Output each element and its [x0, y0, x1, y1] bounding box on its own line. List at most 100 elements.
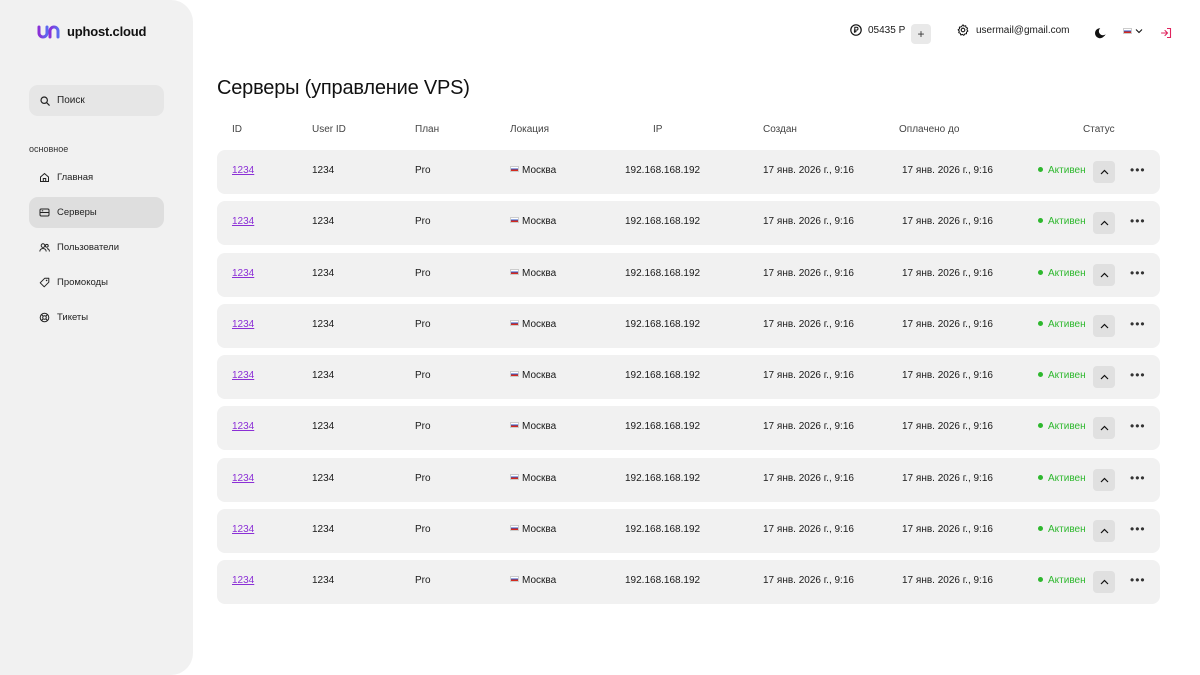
column-header-user-id: User ID [312, 124, 346, 135]
add-funds-button[interactable]: + [911, 24, 931, 44]
location-cell: Москва [510, 575, 556, 586]
paid-until-cell: 17 янв. 2026 г., 9:16 [902, 575, 993, 587]
ip-cell: 192.168.168.192 [625, 524, 701, 536]
more-options-button[interactable]: ••• [1130, 369, 1146, 381]
collapse-row-button[interactable] [1093, 571, 1115, 594]
location-label: Москва [522, 318, 557, 330]
logout-button[interactable] [1160, 26, 1172, 44]
location-cell: Москва [510, 165, 556, 176]
more-options-button[interactable]: ••• [1130, 318, 1146, 330]
page-title: Серверы (управление VPS) [217, 77, 470, 99]
sidebar-item-servers[interactable]: Серверы [29, 197, 164, 228]
plan-cell: Pro [415, 216, 431, 228]
column-header-paid-until: Оплачено до [899, 124, 960, 135]
server-id-link[interactable]: 1234 [232, 165, 254, 176]
column-header-status: Статус [1083, 124, 1115, 135]
server-id-link[interactable]: 1234 [232, 473, 254, 484]
ip-cell: 192.168.168.192 [625, 575, 701, 587]
collapse-row-button[interactable] [1093, 212, 1115, 235]
paid-until-cell: 17 янв. 2026 г., 9:16 [902, 421, 993, 433]
server-id-link[interactable]: 1234 [232, 421, 254, 432]
server-id-link[interactable]: 1234 [232, 575, 254, 586]
collapse-row-button[interactable] [1093, 366, 1115, 389]
russia-flag-icon [510, 371, 519, 378]
balance: 05435 Р [850, 24, 905, 36]
collapse-row-button[interactable] [1093, 263, 1115, 286]
collapse-row-button[interactable] [1093, 468, 1115, 491]
server-id-link[interactable]: 1234 [232, 319, 254, 330]
created-cell: 17 янв. 2026 г., 9:16 [763, 267, 854, 279]
search-label: Поиск [57, 95, 85, 106]
user-id-cell: 1234 [312, 165, 335, 176]
more-options-button[interactable]: ••• [1130, 472, 1146, 484]
collapse-row-button[interactable] [1093, 520, 1115, 543]
plan-cell: Pro [415, 267, 431, 279]
server-id-link[interactable]: 1234 [232, 370, 254, 381]
table-row: 1234 1234 Pro Москва 192.168.168.192 17 … [217, 303, 1160, 348]
chevron-up-icon [1100, 220, 1108, 226]
theme-toggle[interactable] [1095, 26, 1107, 44]
search-button[interactable]: Поиск [29, 85, 164, 116]
server-icon [39, 208, 50, 217]
sidebar-item-users[interactable]: Пользователи [29, 232, 164, 263]
home-icon [40, 172, 49, 182]
sidebar-item-home[interactable]: Главная [29, 162, 164, 193]
status-label: Активен [1048, 165, 1086, 176]
russia-flag-icon [1123, 28, 1132, 34]
collapse-row-button[interactable] [1093, 161, 1115, 183]
user-id-cell: 1234 [312, 216, 335, 228]
russia-flag-icon [510, 525, 519, 532]
more-options-button[interactable]: ••• [1130, 574, 1146, 586]
chevron-up-icon [1100, 323, 1108, 329]
sidebar-item-promocodes[interactable]: Промокоды [29, 267, 164, 298]
server-id-link[interactable]: 1234 [232, 216, 254, 227]
column-header-location: Локация [510, 124, 550, 135]
search-icon [40, 95, 50, 106]
location-label: Москва [522, 165, 557, 176]
user-id-cell: 1234 [312, 267, 335, 279]
created-cell: 17 янв. 2026 г., 9:16 [763, 165, 854, 176]
location-label: Москва [522, 472, 557, 484]
ip-cell: 192.168.168.192 [625, 370, 701, 382]
support-icon [39, 312, 50, 323]
user-id-cell: 1234 [312, 318, 335, 330]
chevron-up-icon [1100, 272, 1108, 278]
chevron-up-icon [1100, 477, 1108, 483]
logout-icon [1160, 27, 1172, 39]
sidebar-item-label: Главная [57, 172, 94, 183]
sidebar-item-label: Серверы [57, 207, 97, 218]
collapse-row-button[interactable] [1093, 314, 1115, 337]
more-options-button[interactable]: ••• [1130, 420, 1146, 432]
moon-icon [1095, 28, 1106, 39]
location-cell: Москва [510, 473, 556, 484]
ip-cell: 192.168.168.192 [625, 165, 701, 176]
user-id-cell: 1234 [312, 421, 335, 433]
status-badge: Активен [1038, 473, 1086, 484]
more-options-button[interactable]: ••• [1130, 164, 1146, 176]
table-row: 1234 1234 Pro Москва 192.168.168.192 17 … [217, 560, 1160, 605]
status-label: Активен [1048, 472, 1086, 484]
sidebar-item-tickets[interactable]: Тикеты [29, 302, 164, 333]
chevron-down-icon [1135, 29, 1143, 34]
user-id-cell: 1234 [312, 575, 335, 587]
ip-cell: 192.168.168.192 [625, 318, 701, 330]
table-row: 1234 1234 Pro Москва 192.168.168.192 17 … [217, 150, 1160, 194]
account-settings[interactable]: usermail@gmail.com [957, 24, 1070, 36]
more-options-button[interactable]: ••• [1130, 215, 1146, 227]
status-label: Активен [1048, 524, 1086, 536]
more-options-button[interactable]: ••• [1130, 523, 1146, 535]
balance-value: 05435 Р [868, 24, 906, 36]
location-cell: Москва [510, 421, 556, 432]
column-header-id: ID [232, 124, 242, 135]
server-id-link[interactable]: 1234 [232, 268, 254, 279]
server-table: 1234 1234 Pro Москва 192.168.168.192 17 … [217, 150, 1160, 612]
more-options-button[interactable]: ••• [1130, 267, 1146, 279]
status-dot [1038, 577, 1043, 583]
language-selector[interactable] [1123, 28, 1143, 34]
account-email: usermail@gmail.com [976, 24, 1070, 36]
logo[interactable]: uphost.cloud [37, 24, 146, 39]
plan-cell: Pro [415, 370, 431, 382]
server-id-link[interactable]: 1234 [232, 524, 254, 535]
location-cell: Москва [510, 370, 556, 381]
collapse-row-button[interactable] [1093, 417, 1115, 440]
